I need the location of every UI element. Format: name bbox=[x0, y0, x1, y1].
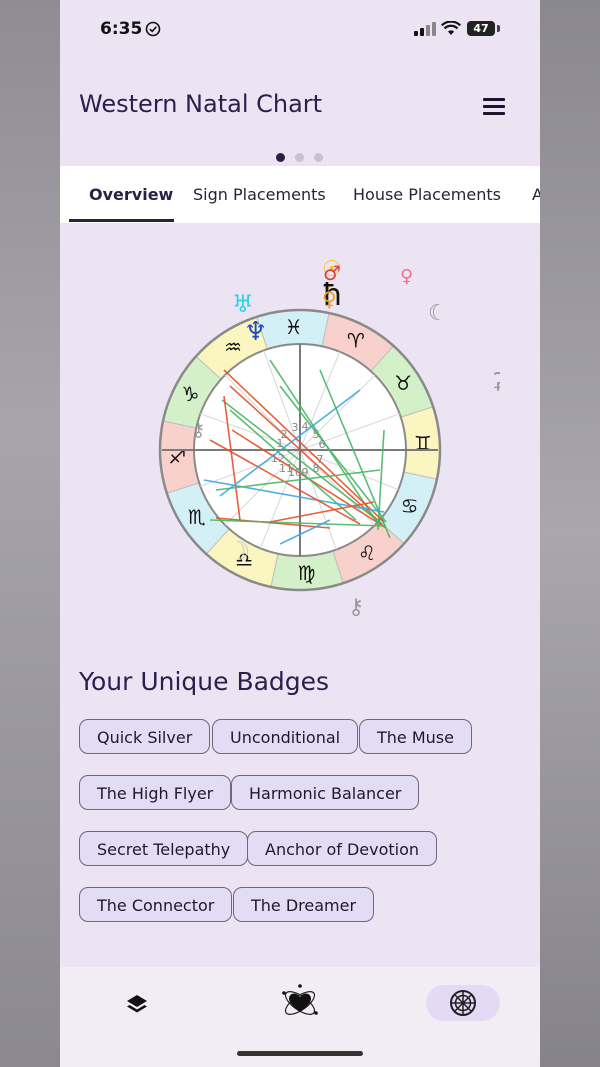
battery-tip bbox=[497, 25, 500, 32]
zodiac-sign-glyph: ♉ bbox=[394, 371, 412, 395]
zodiac-sign-glyph: ♑ bbox=[181, 382, 199, 406]
badge-the-dreamer[interactable]: The Dreamer bbox=[233, 887, 375, 922]
badge-quick-silver[interactable]: Quick Silver bbox=[79, 719, 211, 754]
hamburger-menu-icon[interactable] bbox=[483, 98, 505, 115]
page-indicator bbox=[276, 147, 333, 166]
page-dot-1[interactable] bbox=[276, 153, 285, 162]
tab-house-placements[interactable]: House Placements bbox=[353, 166, 501, 223]
house-number: 2 bbox=[281, 428, 288, 441]
status-bar: 6:35 47 bbox=[60, 0, 540, 60]
status-time: 6:35 bbox=[100, 19, 143, 39]
house-number: 12 bbox=[271, 452, 285, 465]
wifi-icon bbox=[441, 21, 461, 35]
check-circle-icon bbox=[145, 21, 161, 37]
badge-secret-telepathy[interactable]: Secret Telepathy bbox=[79, 831, 249, 866]
zodiac-sign-glyph: ♈ bbox=[347, 328, 365, 352]
tab-bar: Overview Sign Placements House Placement… bbox=[60, 166, 540, 223]
natal-chart-wheel[interactable]: ♓♈♉♊♋♌♍♎♏♐♑♒123 456789101112 ☉•♀ħ♂♀♅♆☾⚳⚷☽… bbox=[100, 250, 500, 630]
home-indicator bbox=[237, 1051, 363, 1056]
badge-unconditional[interactable]: Unconditional bbox=[212, 719, 359, 754]
zodiac-sign-glyph: ♓ bbox=[285, 315, 303, 339]
phone-screen: 6:35 47 Western Natal Chart Overview Sig… bbox=[60, 0, 540, 1067]
chiron-glyph-bottom: ⚷ bbox=[348, 595, 364, 620]
wheel-icon[interactable] bbox=[449, 989, 477, 1017]
house-number: 9 bbox=[302, 466, 309, 479]
zodiac-sign-glyph: ♋ bbox=[401, 494, 419, 518]
house-number: 6 bbox=[319, 438, 326, 451]
tab-sign-placements[interactable]: Sign Placements bbox=[193, 166, 326, 223]
house-number: 3 bbox=[292, 421, 299, 434]
page-dot-2[interactable] bbox=[295, 153, 304, 162]
house-number: 8 bbox=[313, 462, 320, 475]
zodiac-sign-glyph: ♒ bbox=[224, 335, 242, 359]
ceres-glyph: ⚳ bbox=[490, 369, 500, 394]
layers-icon[interactable] bbox=[125, 992, 149, 1016]
signal-icon bbox=[414, 22, 436, 36]
badge-anchor-of-devotion[interactable]: Anchor of Devotion bbox=[247, 831, 438, 866]
background-left bbox=[0, 0, 60, 1067]
background-right bbox=[540, 0, 600, 1067]
tab-overview[interactable]: Overview bbox=[89, 166, 173, 223]
mercury-glyph: ♀ bbox=[322, 287, 337, 311]
page-dot-3[interactable] bbox=[314, 153, 323, 162]
uranus-glyph: ♅ bbox=[232, 290, 254, 318]
tab-aspects[interactable]: A bbox=[532, 166, 540, 223]
zodiac-sign-glyph: ♌ bbox=[358, 541, 376, 565]
venus-glyph: ♀ bbox=[400, 266, 413, 287]
heart-atom-icon[interactable] bbox=[280, 983, 320, 1023]
house-number: 4 bbox=[302, 420, 309, 433]
moon-glyph: ☽ bbox=[227, 537, 250, 567]
badge-the-connector[interactable]: The Connector bbox=[79, 887, 233, 922]
tab-active-indicator bbox=[69, 219, 174, 222]
lilith-glyph: ☾ bbox=[428, 301, 448, 326]
zodiac-sign-glyph: ♏ bbox=[188, 505, 206, 529]
battery-indicator: 47 bbox=[467, 21, 495, 36]
bottom-navigation bbox=[60, 967, 540, 1067]
mars-glyph: ♂ bbox=[323, 261, 341, 285]
zodiac-sign-glyph: ♐ bbox=[168, 444, 186, 468]
badges-heading: Your Unique Badges bbox=[79, 667, 330, 696]
page-title: Western Natal Chart bbox=[79, 90, 323, 118]
badge-the-high-flyer[interactable]: The High Flyer bbox=[79, 775, 232, 810]
zodiac-sign-glyph: ♊ bbox=[414, 432, 432, 456]
chiron-glyph: ⚷ bbox=[192, 420, 205, 441]
badge-harmonic-balancer[interactable]: Harmonic Balancer bbox=[231, 775, 420, 810]
badge-the-muse[interactable]: The Muse bbox=[359, 719, 472, 754]
zodiac-sign-glyph: ♍ bbox=[297, 561, 315, 585]
neptune-glyph: ♆ bbox=[244, 317, 267, 347]
